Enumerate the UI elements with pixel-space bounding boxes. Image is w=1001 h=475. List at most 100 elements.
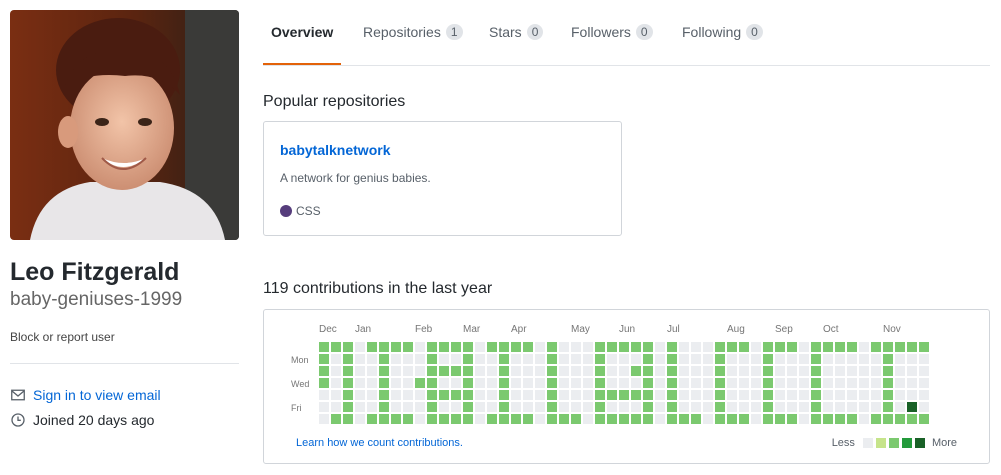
- contribution-day[interactable]: [751, 342, 761, 352]
- contribution-day[interactable]: [379, 366, 389, 376]
- contribution-day[interactable]: [619, 378, 629, 388]
- contribution-day[interactable]: [871, 402, 881, 412]
- contribution-day[interactable]: [463, 402, 473, 412]
- contribution-day[interactable]: [799, 390, 809, 400]
- email-link[interactable]: Sign in to view email: [10, 385, 161, 405]
- contribution-day[interactable]: [919, 354, 929, 364]
- contribution-day[interactable]: [451, 402, 461, 412]
- contribution-day[interactable]: [691, 342, 701, 352]
- contribution-day[interactable]: [751, 390, 761, 400]
- contribution-day[interactable]: [487, 342, 497, 352]
- contribution-day[interactable]: [583, 402, 593, 412]
- contribution-day[interactable]: [667, 390, 677, 400]
- contribution-day[interactable]: [631, 402, 641, 412]
- contribution-day[interactable]: [571, 390, 581, 400]
- contribution-day[interactable]: [367, 414, 377, 424]
- contribution-day[interactable]: [799, 354, 809, 364]
- contribution-day[interactable]: [763, 378, 773, 388]
- contribution-day[interactable]: [487, 390, 497, 400]
- contribution-day[interactable]: [619, 414, 629, 424]
- contribution-day[interactable]: [331, 402, 341, 412]
- contribution-day[interactable]: [595, 366, 605, 376]
- contribution-day[interactable]: [343, 342, 353, 352]
- contribution-day[interactable]: [919, 378, 929, 388]
- contribution-day[interactable]: [403, 378, 413, 388]
- contribution-day[interactable]: [835, 414, 845, 424]
- contribution-day[interactable]: [655, 390, 665, 400]
- contribution-day[interactable]: [895, 390, 905, 400]
- contribution-day[interactable]: [655, 366, 665, 376]
- contribution-day[interactable]: [583, 342, 593, 352]
- contribution-day[interactable]: [691, 390, 701, 400]
- contribution-day[interactable]: [751, 414, 761, 424]
- contribution-day[interactable]: [823, 354, 833, 364]
- contribution-day[interactable]: [715, 390, 725, 400]
- contribution-day[interactable]: [559, 378, 569, 388]
- contribution-day[interactable]: [739, 402, 749, 412]
- contribution-day[interactable]: [355, 414, 365, 424]
- contribution-day[interactable]: [799, 402, 809, 412]
- contribution-day[interactable]: [727, 402, 737, 412]
- contribution-day[interactable]: [859, 414, 869, 424]
- contribution-day[interactable]: [475, 402, 485, 412]
- contribution-day[interactable]: [619, 342, 629, 352]
- contribution-day[interactable]: [703, 414, 713, 424]
- contribution-day[interactable]: [451, 390, 461, 400]
- contribution-day[interactable]: [679, 378, 689, 388]
- contribution-day[interactable]: [583, 390, 593, 400]
- contribution-day[interactable]: [835, 354, 845, 364]
- contribution-day[interactable]: [907, 414, 917, 424]
- contribution-day[interactable]: [739, 366, 749, 376]
- contribution-day[interactable]: [823, 366, 833, 376]
- contribution-day[interactable]: [895, 366, 905, 376]
- contribution-day[interactable]: [811, 402, 821, 412]
- contribution-day[interactable]: [415, 354, 425, 364]
- contribution-day[interactable]: [775, 354, 785, 364]
- contribution-day[interactable]: [679, 390, 689, 400]
- contribution-day[interactable]: [787, 402, 797, 412]
- contribution-day[interactable]: [331, 342, 341, 352]
- contribution-day[interactable]: [871, 354, 881, 364]
- contribution-day[interactable]: [523, 354, 533, 364]
- contribution-day[interactable]: [319, 366, 329, 376]
- contribution-day[interactable]: [823, 402, 833, 412]
- contribution-day[interactable]: [775, 402, 785, 412]
- contribution-day[interactable]: [655, 414, 665, 424]
- contribution-day[interactable]: [379, 378, 389, 388]
- contribution-day[interactable]: [391, 402, 401, 412]
- contribution-day[interactable]: [727, 390, 737, 400]
- contribution-day[interactable]: [547, 390, 557, 400]
- contribution-day[interactable]: [571, 342, 581, 352]
- contribution-day[interactable]: [619, 354, 629, 364]
- contribution-day[interactable]: [415, 378, 425, 388]
- contribution-day[interactable]: [739, 414, 749, 424]
- contribution-day[interactable]: [343, 414, 353, 424]
- contribution-day[interactable]: [415, 342, 425, 352]
- contribution-day[interactable]: [355, 390, 365, 400]
- contribution-day[interactable]: [475, 378, 485, 388]
- contribution-day[interactable]: [343, 378, 353, 388]
- contribution-day[interactable]: [763, 354, 773, 364]
- contribution-day[interactable]: [463, 414, 473, 424]
- contribution-day[interactable]: [811, 366, 821, 376]
- contribution-day[interactable]: [595, 354, 605, 364]
- contribution-day[interactable]: [595, 390, 605, 400]
- contribution-day[interactable]: [487, 402, 497, 412]
- contribution-day[interactable]: [439, 366, 449, 376]
- contribution-day[interactable]: [631, 342, 641, 352]
- contribution-day[interactable]: [667, 414, 677, 424]
- contribution-day[interactable]: [523, 366, 533, 376]
- contribution-day[interactable]: [379, 414, 389, 424]
- contribution-day[interactable]: [511, 402, 521, 412]
- contribution-day[interactable]: [427, 342, 437, 352]
- contribution-day[interactable]: [811, 390, 821, 400]
- contribution-day[interactable]: [655, 354, 665, 364]
- contribution-day[interactable]: [739, 390, 749, 400]
- contribution-day[interactable]: [823, 342, 833, 352]
- contribution-day[interactable]: [775, 390, 785, 400]
- contribution-day[interactable]: [571, 366, 581, 376]
- contribution-day[interactable]: [535, 378, 545, 388]
- contribution-day[interactable]: [427, 414, 437, 424]
- contribution-day[interactable]: [631, 354, 641, 364]
- contribution-day[interactable]: [715, 402, 725, 412]
